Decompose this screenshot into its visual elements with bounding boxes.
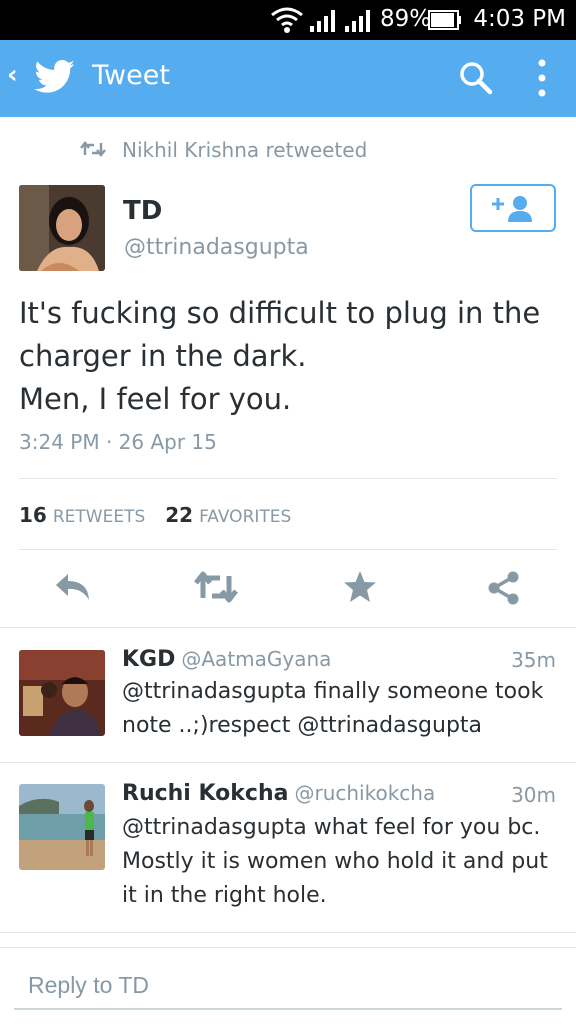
battery-icon <box>428 10 461 30</box>
reply-text: @ttrinadasgupta finally someone took not… <box>122 679 544 738</box>
divider <box>19 478 557 479</box>
avatar[interactable] <box>19 784 105 870</box>
reply-author[interactable]: KGD @AatmaGyana <box>122 647 331 672</box>
avatar[interactable] <box>19 185 105 271</box>
retweet-small-icon <box>80 141 106 157</box>
reply-handle[interactable]: @ruchikokcha <box>294 781 435 805</box>
author-name[interactable]: TD <box>123 196 162 226</box>
status-bar: 89% 4:03 PM <box>0 0 576 40</box>
reply-input[interactable] <box>14 962 562 1008</box>
share-icon[interactable] <box>486 570 522 606</box>
retweet-context-text: Nikhil Krishna retweeted <box>122 138 368 162</box>
list-item[interactable]: Ruchi Kokcha @ruchikokcha 30m @ttrinadasg… <box>0 762 576 932</box>
author-handle[interactable]: @ttrinadasgupta <box>124 235 309 260</box>
add-user-icon <box>492 196 532 222</box>
avatar[interactable] <box>19 650 105 736</box>
retweets-count[interactable]: 16 <box>19 503 47 527</box>
reply-box <box>14 962 562 1010</box>
retweet-icon[interactable] <box>194 570 238 604</box>
favorites-label[interactable]: FAVORITES <box>199 507 291 527</box>
app-bar: ‹ Tweet <box>0 40 576 117</box>
battery-percent: 89% <box>380 6 432 32</box>
signal-icon <box>310 10 335 32</box>
wifi-icon <box>271 7 303 33</box>
search-icon[interactable] <box>458 60 494 96</box>
tweet-timestamp: 3:24 PM · 26 Apr 15 <box>19 430 217 454</box>
signal-icon <box>345 10 370 32</box>
reply-icon[interactable] <box>54 570 92 604</box>
favorite-icon[interactable] <box>342 570 378 604</box>
favorites-count[interactable]: 22 <box>165 503 193 527</box>
more-vert-icon[interactable] <box>536 58 548 98</box>
reply-handle[interactable]: @AatmaGyana <box>181 647 331 671</box>
page-title: Tweet <box>92 60 170 91</box>
divider <box>0 947 576 948</box>
tweet-text: It's fucking so difficult to plug in the… <box>19 296 541 416</box>
follow-button[interactable] <box>470 184 556 232</box>
back-button[interactable]: ‹ <box>7 60 18 90</box>
list-item[interactable]: KGD @AatmaGyana 35m @ttrinadasgupta final… <box>0 627 576 762</box>
reply-text: @ttrinadasgupta what feel for you bc. Mo… <box>122 815 548 908</box>
clock: 4:03 PM <box>473 6 566 32</box>
reply-time: 30m <box>511 783 556 807</box>
reply-time: 35m <box>511 648 556 672</box>
tweet-stats: 16 RETWEETS 22 FAVORITES <box>19 503 291 527</box>
divider <box>0 932 576 933</box>
retweets-label[interactable]: RETWEETS <box>53 507 145 527</box>
divider <box>19 549 557 550</box>
twitter-bird-icon[interactable] <box>34 60 76 94</box>
reply-author[interactable]: Ruchi Kokcha @ruchikokcha <box>122 781 435 806</box>
